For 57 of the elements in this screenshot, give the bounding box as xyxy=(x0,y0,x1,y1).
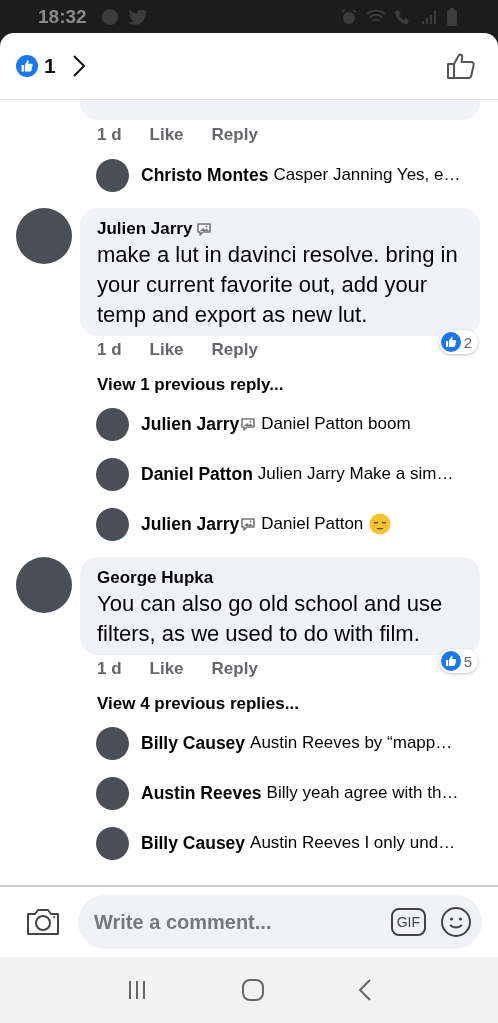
avatar[interactable] xyxy=(16,557,72,613)
reply-preview: Julien Jarry Make a sim… xyxy=(257,464,454,484)
reaction-count: 1 xyxy=(44,54,56,78)
reply-link[interactable]: Reply xyxy=(211,340,258,360)
comment-time: 1 d xyxy=(97,340,122,360)
chevron-right-icon xyxy=(71,54,86,78)
like-link[interactable]: Like xyxy=(149,340,184,360)
avatar[interactable] xyxy=(96,457,129,491)
comment-input[interactable]: Write a comment... GIF xyxy=(78,895,482,949)
gif-button[interactable]: GIF xyxy=(390,908,426,936)
avatar[interactable] xyxy=(16,208,72,264)
app-notification-icon xyxy=(100,7,119,26)
thumbs-up-icon[interactable] xyxy=(446,51,476,81)
like-link[interactable]: Like xyxy=(149,659,184,679)
avatar[interactable] xyxy=(96,507,129,541)
avatar[interactable] xyxy=(96,726,129,760)
avatar[interactable] xyxy=(96,407,129,441)
bird-icon xyxy=(126,8,147,25)
phone-icon xyxy=(394,7,412,26)
battery-icon xyxy=(446,6,458,27)
view-replies-link[interactable]: View 4 previous replies... xyxy=(0,690,498,718)
reactions-link[interactable]: 1 xyxy=(16,54,86,78)
like-reaction-icon xyxy=(16,55,38,77)
back-icon[interactable] xyxy=(357,978,372,1002)
author-name[interactable]: Billy Causey xyxy=(141,732,246,754)
status-time: 18:32 xyxy=(38,5,87,28)
avatar[interactable] xyxy=(96,776,129,810)
reply-preview: Casper Janning Yes, e… xyxy=(273,165,461,185)
avatar[interactable] xyxy=(96,158,129,192)
author-name[interactable]: Daniel Patton xyxy=(141,463,253,485)
author-name[interactable]: Julien Jarry xyxy=(97,219,193,239)
reply-preview: Daniel Patton boom xyxy=(261,414,411,434)
author-name[interactable]: George Hupka xyxy=(97,568,214,588)
reaction-count: 2 xyxy=(463,333,472,351)
comment-text: You can also go old school and use filters, as we used to do with film. xyxy=(97,590,444,648)
reply-preview: Austin Reeves by “mapp… xyxy=(250,733,453,753)
like-link[interactable]: Like xyxy=(149,125,184,145)
home-icon[interactable] xyxy=(241,978,265,1002)
avatar[interactable] xyxy=(96,826,129,860)
smiley-icon[interactable] xyxy=(440,906,472,938)
reply-preview: Daniel Patton xyxy=(261,514,364,534)
camera-icon[interactable] xyxy=(26,907,60,937)
author-name[interactable]: Julien Jarry xyxy=(141,513,240,535)
view-replies-link[interactable]: View 1 previous reply... xyxy=(0,371,498,399)
author-name[interactable]: Julien Jarry xyxy=(141,413,240,435)
comment-time: 1 d xyxy=(97,125,122,145)
author-name[interactable]: Christo Montes xyxy=(141,164,269,186)
reaction-count: 5 xyxy=(463,652,472,670)
reply-link[interactable]: Reply xyxy=(211,659,258,679)
author-name[interactable]: Austin Reeves xyxy=(141,782,262,804)
alarm-icon xyxy=(340,7,358,26)
reply-preview: Billy yeah agree with th… xyxy=(266,783,459,803)
reply-preview: Austin Reeves I only und… xyxy=(250,833,456,853)
comment-text: make a lut in davinci resolve. bring in your current favorite out, add your temp and export as new lut. xyxy=(97,241,459,329)
author-name[interactable]: Billy Causey xyxy=(141,832,246,854)
comment-time: 1 d xyxy=(97,659,122,679)
reply-link[interactable]: Reply xyxy=(211,125,258,145)
